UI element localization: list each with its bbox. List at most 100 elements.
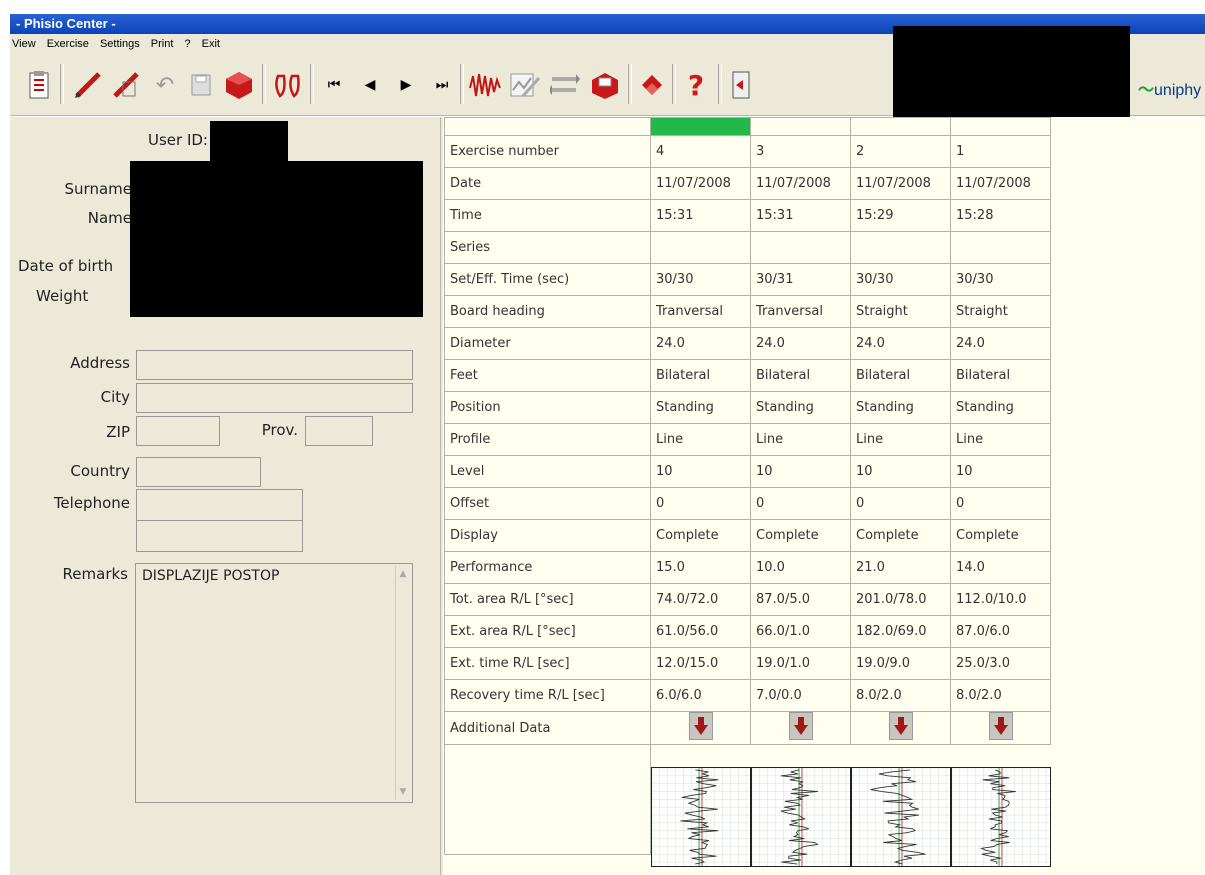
download-arrow-icon[interactable] <box>888 712 913 740</box>
next-record-icon[interactable]: ▶ <box>392 68 420 102</box>
additional-data-cell[interactable] <box>850 711 951 745</box>
table-cell[interactable]: Line <box>850 423 951 456</box>
menu-exit[interactable]: Exit <box>202 38 220 50</box>
table-cell[interactable]: 10 <box>750 455 851 488</box>
active-column-indicator[interactable] <box>650 117 751 136</box>
table-cell[interactable]: 4 <box>650 135 751 168</box>
additional-data-chart[interactable] <box>851 767 951 867</box>
table-cell[interactable]: 61.0/56.0 <box>650 615 751 648</box>
table-cell[interactable]: Standing <box>850 391 951 424</box>
prov-field[interactable] <box>305 416 373 446</box>
table-cell[interactable]: Complete <box>950 519 1051 552</box>
column-header[interactable] <box>750 117 851 136</box>
previous-record-icon[interactable]: ◀ <box>356 68 384 102</box>
first-record-icon[interactable]: ⏮ <box>320 68 348 102</box>
download-arrow-icon[interactable] <box>788 712 813 740</box>
table-cell[interactable]: 21.0 <box>850 551 951 584</box>
red-box-icon[interactable] <box>588 68 622 102</box>
menu-view[interactable]: View <box>12 38 36 50</box>
table-cell[interactable]: 74.0/72.0 <box>650 583 751 616</box>
table-cell[interactable]: 15:28 <box>950 199 1051 232</box>
additional-data-cell[interactable] <box>950 711 1051 745</box>
pencil-edit-icon[interactable] <box>110 68 142 102</box>
table-cell[interactable]: 30/30 <box>850 263 951 296</box>
table-cell[interactable]: 15:31 <box>750 199 851 232</box>
table-cell[interactable]: Standing <box>650 391 751 424</box>
table-cell[interactable]: 87.0/6.0 <box>950 615 1051 648</box>
menu-exercise[interactable]: Exercise <box>47 38 89 50</box>
table-cell[interactable]: Complete <box>850 519 951 552</box>
table-cell[interactable] <box>850 231 951 264</box>
table-cell[interactable]: Straight <box>950 295 1051 328</box>
scroll-down-icon[interactable]: ▼ <box>397 786 409 798</box>
chart-edit-icon[interactable] <box>508 68 542 102</box>
table-cell[interactable]: 11/07/2008 <box>950 167 1051 200</box>
table-cell[interactable]: 10 <box>850 455 951 488</box>
table-cell[interactable]: 11/07/2008 <box>650 167 751 200</box>
table-cell[interactable]: 0 <box>850 487 951 520</box>
additional-data-cell[interactable] <box>650 711 751 745</box>
table-cell[interactable]: 24.0 <box>750 327 851 360</box>
table-cell[interactable]: 15.0 <box>650 551 751 584</box>
additional-data-chart[interactable] <box>651 767 751 867</box>
table-cell[interactable]: 66.0/1.0 <box>750 615 851 648</box>
table-cell[interactable]: 19.0/9.0 <box>850 647 951 680</box>
table-cell[interactable]: 25.0/3.0 <box>950 647 1051 680</box>
table-cell[interactable]: Line <box>650 423 751 456</box>
table-cell[interactable]: Standing <box>950 391 1051 424</box>
undo-icon[interactable]: ↶ <box>150 68 180 102</box>
table-cell[interactable]: 11/07/2008 <box>750 167 851 200</box>
table-cell[interactable]: 1 <box>950 135 1051 168</box>
table-cell[interactable]: 11/07/2008 <box>850 167 951 200</box>
table-cell[interactable]: 15:31 <box>650 199 751 232</box>
table-cell[interactable]: 19.0/1.0 <box>750 647 851 680</box>
table-cell[interactable]: Tranversal <box>650 295 751 328</box>
table-cell[interactable]: 2 <box>850 135 951 168</box>
table-cell[interactable]: Complete <box>750 519 851 552</box>
country-field[interactable] <box>136 457 261 487</box>
table-cell[interactable]: 3 <box>750 135 851 168</box>
column-header[interactable] <box>850 117 951 136</box>
table-cell[interactable]: Bilateral <box>750 359 851 392</box>
table-cell[interactable]: 10.0 <box>750 551 851 584</box>
floppy-disk-icon[interactable] <box>186 68 216 102</box>
menu-print[interactable]: Print <box>151 38 174 50</box>
transfer-icon[interactable] <box>548 68 582 102</box>
help-icon[interactable]: ? <box>680 68 712 102</box>
table-cell[interactable]: 10 <box>650 455 751 488</box>
table-cell[interactable]: 7.0/0.0 <box>750 679 851 712</box>
table-cell[interactable]: 0 <box>750 487 851 520</box>
table-cell[interactable]: 182.0/69.0 <box>850 615 951 648</box>
red-cube-icon[interactable] <box>222 68 256 102</box>
footprints-icon[interactable] <box>270 68 304 102</box>
download-arrow-icon[interactable] <box>988 712 1013 740</box>
table-cell[interactable]: 6.0/6.0 <box>650 679 751 712</box>
exit-door-icon[interactable] <box>726 68 758 102</box>
scroll-up-icon[interactable]: ▲ <box>397 568 409 580</box>
table-cell[interactable]: Bilateral <box>950 359 1051 392</box>
table-cell[interactable]: Tranversal <box>750 295 851 328</box>
waveform-icon[interactable] <box>468 68 502 102</box>
table-cell[interactable]: 87.0/5.0 <box>750 583 851 616</box>
menu-settings[interactable]: Settings <box>100 38 140 50</box>
book-icon[interactable] <box>636 68 668 102</box>
table-cell[interactable]: 112.0/10.0 <box>950 583 1051 616</box>
additional-data-chart[interactable] <box>951 767 1051 867</box>
table-cell[interactable]: 0 <box>650 487 751 520</box>
table-cell[interactable]: 30/30 <box>650 263 751 296</box>
table-cell[interactable]: 8.0/2.0 <box>850 679 951 712</box>
column-header[interactable] <box>950 117 1051 136</box>
table-cell[interactable]: 0 <box>950 487 1051 520</box>
table-cell[interactable]: 24.0 <box>650 327 751 360</box>
menu-help[interactable]: ? <box>184 38 190 50</box>
remarks-scrollbar[interactable]: ▲ ▼ <box>395 566 410 800</box>
table-cell[interactable]: Line <box>950 423 1051 456</box>
remarks-textarea[interactable]: DISPLAZIJE POSTOP ▲ ▼ <box>135 563 413 803</box>
table-cell[interactable]: Standing <box>750 391 851 424</box>
last-record-icon[interactable]: ⏭ <box>428 68 456 102</box>
table-cell[interactable]: Bilateral <box>850 359 951 392</box>
pencil-icon[interactable] <box>72 68 104 102</box>
table-cell[interactable]: 14.0 <box>950 551 1051 584</box>
address-field[interactable] <box>136 350 413 380</box>
table-cell[interactable] <box>750 231 851 264</box>
